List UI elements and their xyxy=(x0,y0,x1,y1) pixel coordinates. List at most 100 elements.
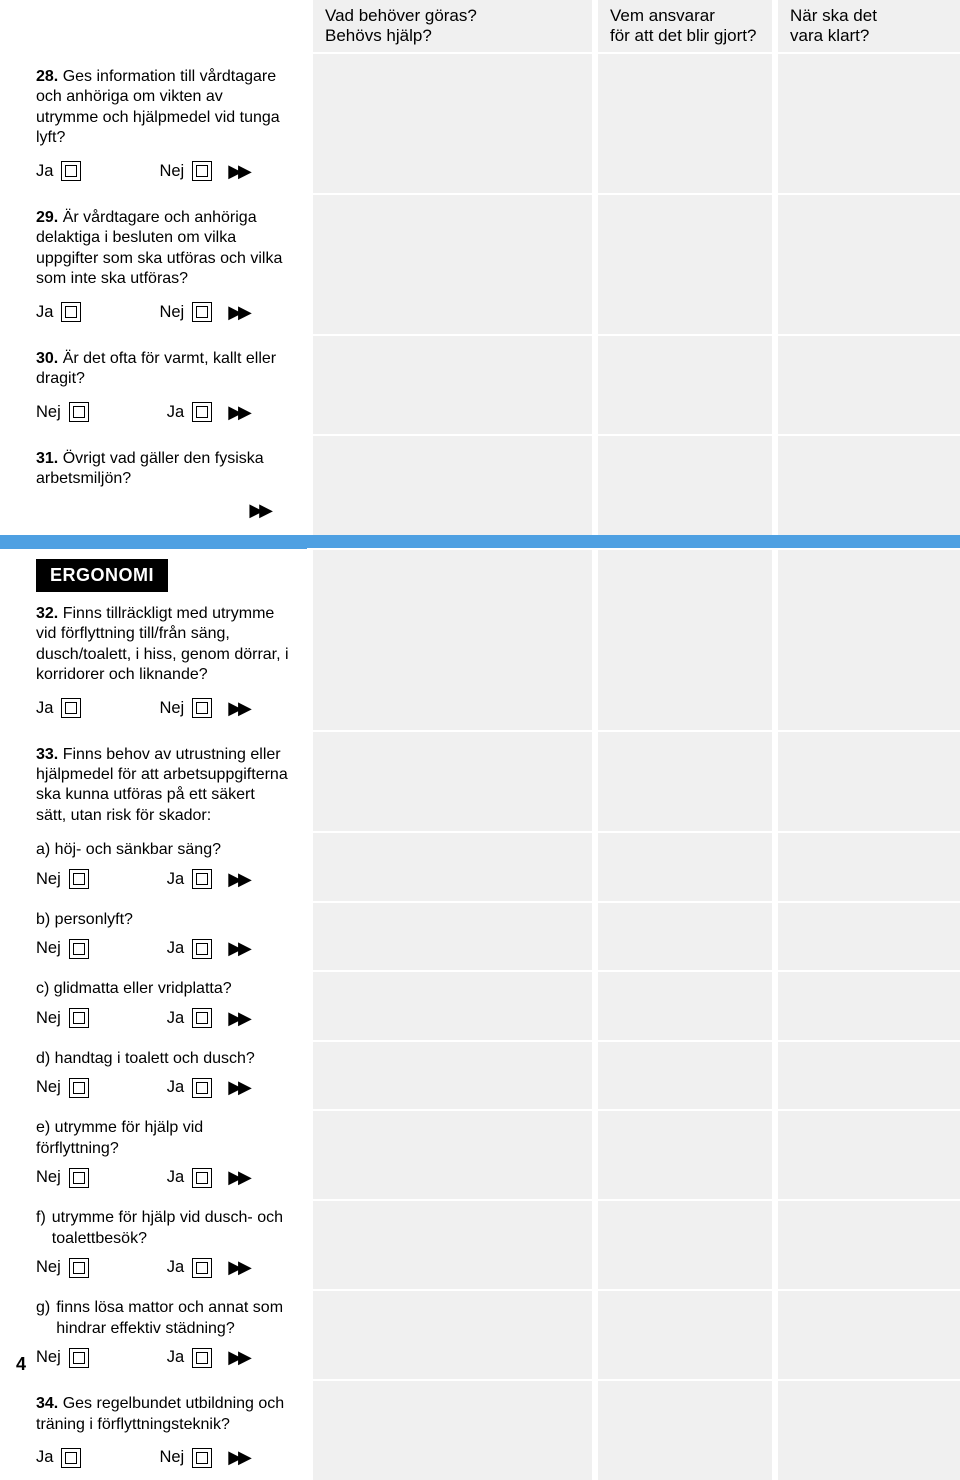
choice-ja[interactable]: Ja▶▶ xyxy=(167,1077,248,1098)
choice-ja[interactable]: Ja xyxy=(36,161,81,181)
checkbox-icon[interactable] xyxy=(69,1078,89,1098)
answer-cell[interactable] xyxy=(595,549,775,731)
choice-nej[interactable]: Nej xyxy=(36,1008,89,1028)
choice-row: Nej Ja▶▶ xyxy=(36,394,289,433)
arrow-icon: ▶▶ xyxy=(228,1347,248,1368)
choice-ja[interactable]: Ja▶▶ xyxy=(167,402,248,423)
checkbox-icon[interactable] xyxy=(69,1258,89,1278)
answer-cell[interactable] xyxy=(775,53,960,194)
choice-nej[interactable]: Nej xyxy=(36,939,89,959)
choice-nej[interactable]: Nej xyxy=(36,1348,89,1368)
answer-cell[interactable] xyxy=(310,1041,595,1110)
checkbox-icon[interactable] xyxy=(69,869,89,889)
choice-ja[interactable]: Ja▶▶ xyxy=(167,869,248,890)
checkbox-icon[interactable] xyxy=(192,939,212,959)
choice-ja[interactable]: Ja▶▶ xyxy=(167,1257,248,1278)
answer-cell[interactable] xyxy=(310,194,595,335)
checkbox-icon[interactable] xyxy=(192,402,212,422)
column-header-responsible: Vem ansvararför att det blir gjort? xyxy=(595,0,775,53)
question-text: 32. Finns tillräckligt med utrymme vid f… xyxy=(36,592,289,690)
choice-row: Ja Nej▶▶ xyxy=(36,153,289,192)
choice-ja[interactable]: Ja xyxy=(36,302,81,322)
answer-cell[interactable] xyxy=(310,335,595,435)
answer-cell[interactable] xyxy=(775,971,960,1040)
checkbox-icon[interactable] xyxy=(69,939,89,959)
answer-cell[interactable] xyxy=(595,832,775,901)
checkbox-icon[interactable] xyxy=(69,402,89,422)
checkbox-icon[interactable] xyxy=(61,698,81,718)
answer-cell[interactable] xyxy=(310,1380,595,1480)
checkbox-icon[interactable] xyxy=(61,1448,81,1468)
choice-ja[interactable]: Ja xyxy=(36,698,81,718)
answer-cell[interactable] xyxy=(775,194,960,335)
answer-cell[interactable] xyxy=(310,971,595,1040)
arrow-icon: ▶▶ xyxy=(228,1447,248,1468)
answer-cell[interactable] xyxy=(310,549,595,731)
answer-cell[interactable] xyxy=(310,832,595,901)
choice-nej[interactable]: Nej xyxy=(36,1078,89,1098)
answer-cell[interactable] xyxy=(310,1200,595,1290)
checkbox-icon[interactable] xyxy=(192,698,212,718)
answer-cell[interactable] xyxy=(595,731,775,833)
checkbox-icon[interactable] xyxy=(69,1348,89,1368)
answer-cell[interactable] xyxy=(310,1290,595,1380)
choice-nej[interactable]: Nej▶▶ xyxy=(159,302,247,323)
choice-nej[interactable]: Nej xyxy=(36,402,89,422)
answer-cell[interactable] xyxy=(310,1110,595,1200)
checkbox-icon[interactable] xyxy=(192,1008,212,1028)
choice-row: Nej Ja▶▶ xyxy=(36,861,289,900)
choice-ja[interactable]: Ja▶▶ xyxy=(167,1347,248,1368)
answer-cell[interactable] xyxy=(775,1110,960,1200)
checkbox-icon[interactable] xyxy=(61,302,81,322)
answer-cell[interactable] xyxy=(595,1110,775,1200)
answer-cell[interactable] xyxy=(310,435,595,535)
answer-cell[interactable] xyxy=(775,1041,960,1110)
checkbox-icon[interactable] xyxy=(192,869,212,889)
answer-cell[interactable] xyxy=(595,971,775,1040)
choice-nej[interactable]: Nej▶▶ xyxy=(159,1447,247,1468)
answer-cell[interactable] xyxy=(595,902,775,971)
answer-cell[interactable] xyxy=(775,435,960,535)
answer-cell[interactable] xyxy=(775,902,960,971)
choice-row: Nej Ja▶▶ xyxy=(36,1339,289,1378)
choice-nej[interactable]: Nej▶▶ xyxy=(159,161,247,182)
checkbox-icon[interactable] xyxy=(192,302,212,322)
checkbox-icon[interactable] xyxy=(192,161,212,181)
checkbox-icon[interactable] xyxy=(69,1008,89,1028)
answer-cell[interactable] xyxy=(775,1200,960,1290)
answer-cell[interactable] xyxy=(310,731,595,833)
choice-nej[interactable]: Nej xyxy=(36,869,89,889)
choice-nej[interactable]: Nej▶▶ xyxy=(159,698,247,719)
arrow-icon: ▶▶ xyxy=(228,698,248,719)
choice-nej[interactable]: Nej xyxy=(36,1258,89,1278)
choice-ja[interactable]: Ja▶▶ xyxy=(167,938,248,959)
answer-cell[interactable] xyxy=(595,1290,775,1380)
checkbox-icon[interactable] xyxy=(61,161,81,181)
checkbox-icon[interactable] xyxy=(192,1448,212,1468)
checkbox-icon[interactable] xyxy=(192,1348,212,1368)
answer-cell[interactable] xyxy=(595,435,775,535)
choice-ja[interactable]: Ja▶▶ xyxy=(167,1167,248,1188)
checkbox-icon[interactable] xyxy=(192,1168,212,1188)
answer-cell[interactable] xyxy=(595,194,775,335)
answer-cell[interactable] xyxy=(310,53,595,194)
answer-cell[interactable] xyxy=(775,549,960,731)
checkbox-icon[interactable] xyxy=(69,1168,89,1188)
answer-cell[interactable] xyxy=(775,1290,960,1380)
question-text: 34. Ges regelbundet utbildning och träni… xyxy=(36,1382,289,1439)
checkbox-icon[interactable] xyxy=(192,1078,212,1098)
answer-cell[interactable] xyxy=(775,1380,960,1480)
answer-cell[interactable] xyxy=(595,335,775,435)
choice-ja[interactable]: Ja▶▶ xyxy=(167,1008,248,1029)
answer-cell[interactable] xyxy=(775,731,960,833)
choice-nej[interactable]: Nej xyxy=(36,1168,89,1188)
answer-cell[interactable] xyxy=(595,1041,775,1110)
checkbox-icon[interactable] xyxy=(192,1258,212,1278)
answer-cell[interactable] xyxy=(775,832,960,901)
answer-cell[interactable] xyxy=(310,902,595,971)
answer-cell[interactable] xyxy=(595,53,775,194)
answer-cell[interactable] xyxy=(595,1380,775,1480)
choice-ja[interactable]: Ja xyxy=(36,1448,81,1468)
answer-cell[interactable] xyxy=(595,1200,775,1290)
answer-cell[interactable] xyxy=(775,335,960,435)
